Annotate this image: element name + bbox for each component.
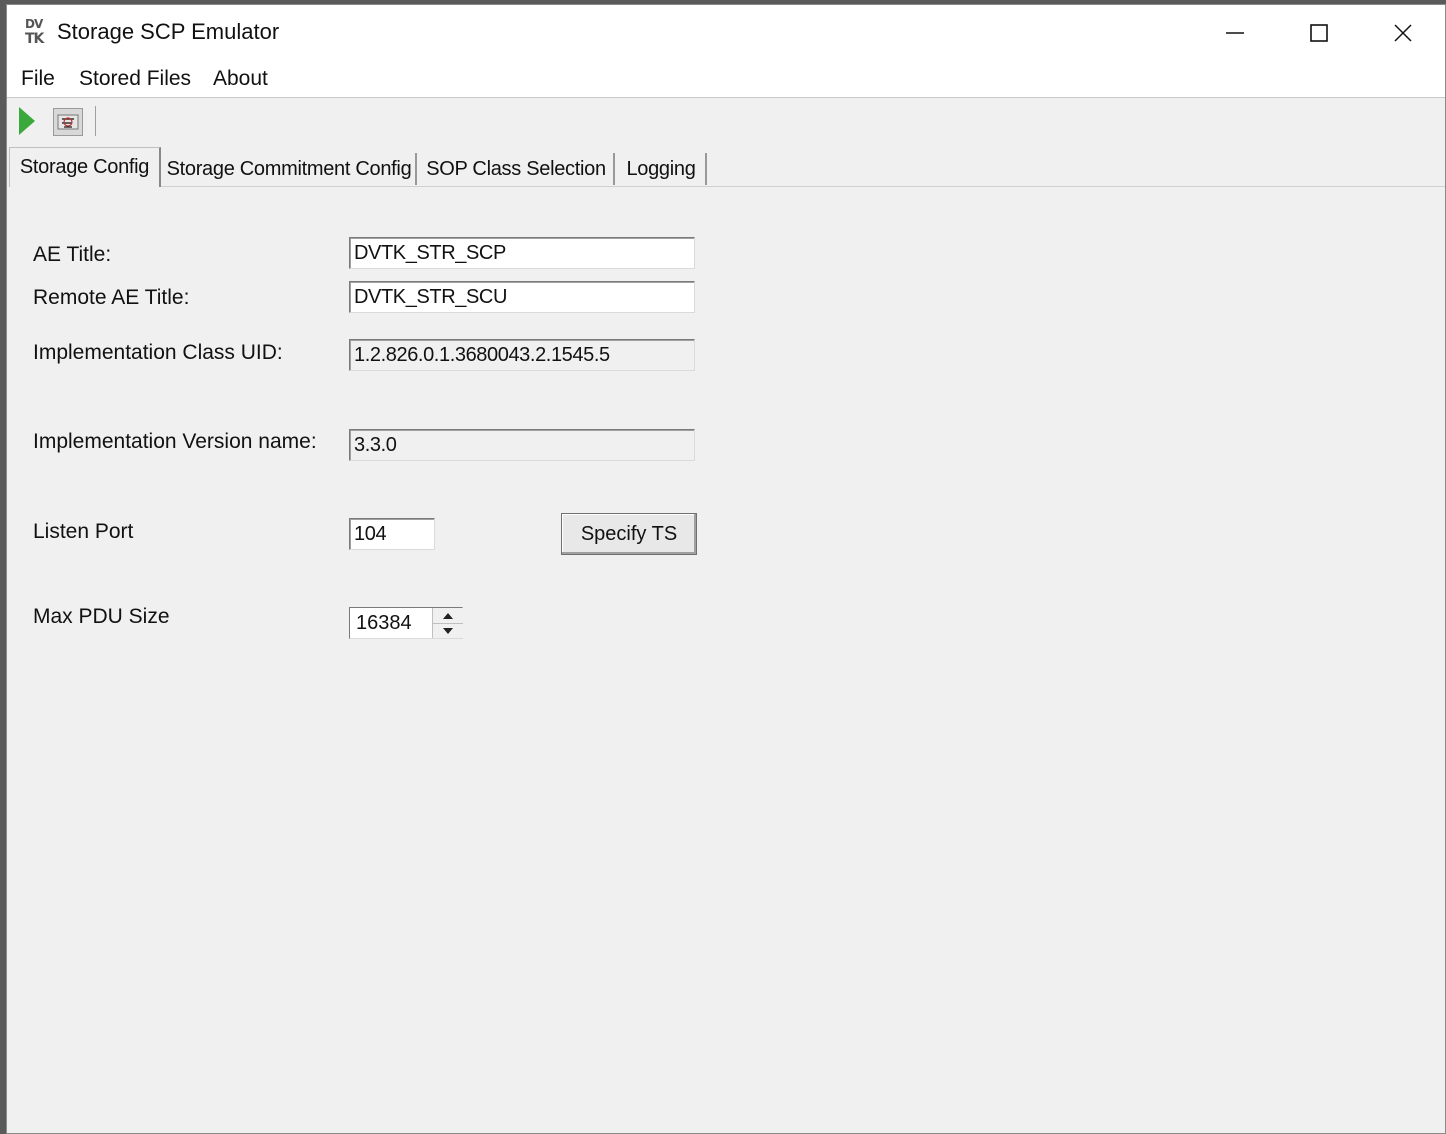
menu-file[interactable]: File [19, 65, 57, 93]
remote-ae-title-label: Remote AE Title: [33, 286, 190, 309]
listen-port-input[interactable] [349, 518, 435, 550]
maximize-icon [1310, 24, 1328, 42]
listen-port-label: Listen Port [33, 520, 134, 543]
menu-about[interactable]: About [211, 65, 270, 93]
ae-title-input[interactable] [349, 237, 695, 269]
max-pdu-size-label: Max PDU Size [33, 605, 170, 628]
maximize-button[interactable] [1277, 5, 1361, 61]
window-title: Storage SCP Emulator [57, 19, 280, 44]
remote-ae-title-input[interactable] [349, 281, 695, 313]
svg-text:DV: DV [25, 17, 44, 31]
spin-down-button[interactable] [433, 623, 463, 638]
tab-storage-commitment-config[interactable]: Storage Commitment Config [163, 153, 417, 185]
svg-text:TK: TK [25, 31, 46, 47]
implementation-version-name-field [349, 429, 695, 461]
config-button[interactable] [53, 108, 83, 136]
start-button[interactable] [17, 106, 39, 136]
storage-config-panel: AE Title: Remote AE Title: Implementatio… [9, 186, 1445, 1133]
close-icon [1394, 24, 1412, 42]
minimize-icon [1226, 32, 1244, 34]
max-pdu-size-stepper[interactable] [349, 607, 463, 639]
menu-bar: File Stored Files About [7, 61, 1445, 98]
max-pdu-size-input[interactable] [350, 608, 430, 638]
title-bar[interactable]: DV TK Storage SCP Emulator [7, 5, 1445, 61]
app-window: DV TK Storage SCP Emulator File Stored F… [6, 4, 1446, 1134]
app-logo-icon: DV TK [23, 17, 49, 47]
implementation-class-uid-field [349, 339, 695, 371]
menu-stored-files[interactable]: Stored Files [77, 65, 193, 93]
implementation-version-name-label: Implementation Version name: [33, 430, 317, 453]
spin-up-button[interactable] [433, 608, 463, 624]
tab-sop-class-selection[interactable]: SOP Class Selection [419, 153, 615, 185]
config-icon [57, 114, 79, 130]
spinner-buttons [432, 608, 463, 638]
close-button[interactable] [1361, 5, 1445, 61]
tab-strip: Storage Config Storage Commitment Config… [7, 145, 1445, 187]
ae-title-label: AE Title: [33, 243, 112, 266]
minimize-button[interactable] [1193, 5, 1277, 61]
tab-logging[interactable]: Logging [617, 153, 707, 185]
specify-ts-button[interactable]: Specify TS [561, 513, 697, 555]
chevron-up-icon [443, 612, 453, 619]
tab-storage-config[interactable]: Storage Config [9, 147, 161, 187]
toolbar [7, 98, 1445, 144]
play-icon [19, 107, 35, 135]
implementation-class-uid-label: Implementation Class UID: [33, 341, 283, 364]
chevron-down-icon [443, 627, 453, 634]
toolbar-separator [95, 106, 96, 136]
